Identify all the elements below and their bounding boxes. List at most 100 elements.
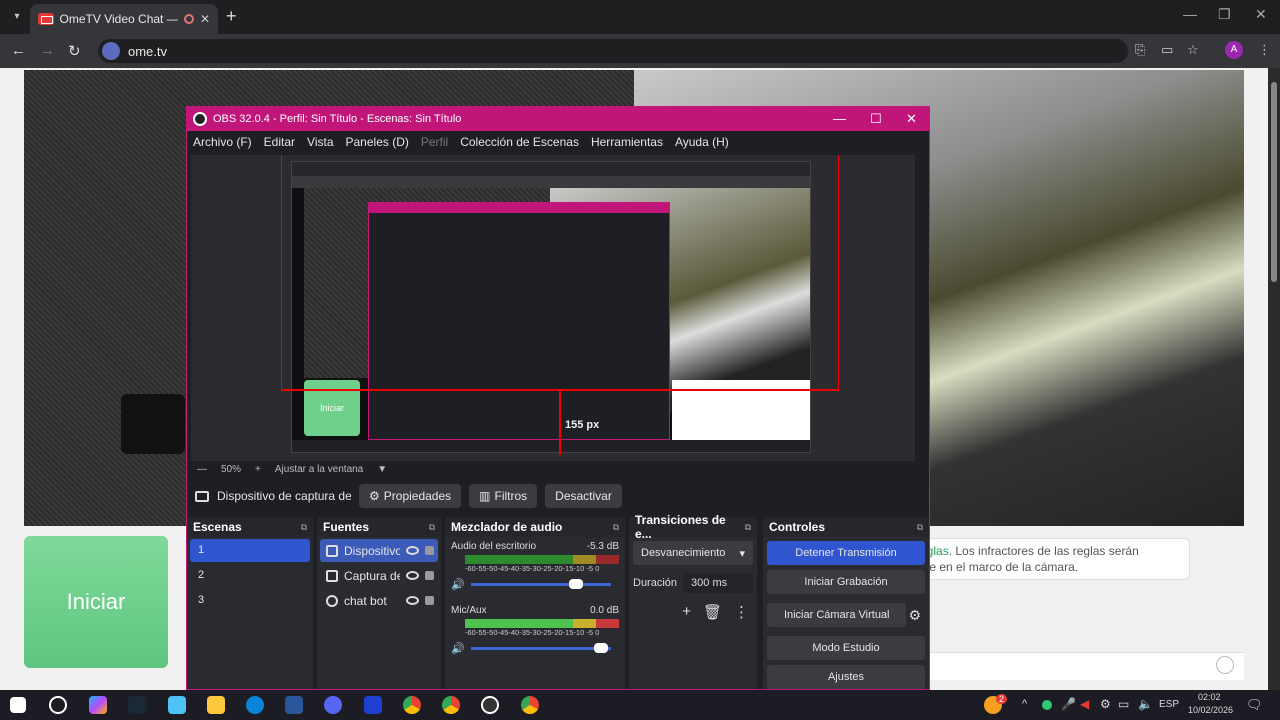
- site-info-icon[interactable]: [102, 42, 120, 60]
- transition-select[interactable]: Desvanecimiento ▾: [633, 541, 753, 565]
- menu-editar[interactable]: Editar: [264, 135, 295, 149]
- visibility-eye-icon[interactable]: [406, 596, 419, 605]
- undock-icon[interactable]: ⧉: [613, 522, 619, 533]
- translate-icon[interactable]: ⎘: [1135, 42, 1145, 58]
- deactivate-button[interactable]: Desactivar: [545, 484, 622, 508]
- source-transform-bounds[interactable]: [281, 155, 839, 391]
- menu-archivo[interactable]: Archivo (F): [193, 135, 252, 149]
- app-icon[interactable]: [168, 696, 186, 714]
- zoom-in-icon[interactable]: +: [255, 464, 261, 475]
- lock-icon[interactable]: [425, 546, 434, 555]
- studio-mode-button[interactable]: Modo Estudio: [767, 636, 925, 660]
- muted-speaker-icon[interactable]: ◀: [1080, 697, 1089, 711]
- source-item[interactable]: Captura de: [320, 564, 438, 587]
- virtual-camera-settings-gear-icon[interactable]: ⚙: [908, 607, 921, 624]
- visibility-eye-icon[interactable]: [406, 546, 419, 555]
- source-item[interactable]: Dispositivo: [320, 539, 438, 562]
- menu-perfil[interactable]: Perfil: [421, 135, 448, 149]
- green-status-icon[interactable]: [1042, 700, 1052, 710]
- profile-avatar[interactable]: A: [1225, 41, 1243, 59]
- duration-input[interactable]: 300 ms: [683, 573, 753, 593]
- menu-coleccion-escenas[interactable]: Colección de Escenas: [460, 135, 579, 149]
- volume-knob[interactable]: [569, 578, 584, 589]
- filters-button[interactable]: ▥ Filtros: [469, 484, 538, 508]
- obs-minimize-icon[interactable]: —: [833, 111, 846, 126]
- menu-vista[interactable]: Vista: [307, 135, 333, 149]
- close-window-icon[interactable]: ✕: [1255, 6, 1267, 23]
- chat-input[interactable]: [905, 652, 1244, 680]
- menu-paneles[interactable]: Paneles (D): [346, 135, 409, 149]
- lock-icon[interactable]: [425, 596, 434, 605]
- v-app-icon[interactable]: [364, 696, 382, 714]
- menu-herramientas[interactable]: Herramientas: [591, 135, 663, 149]
- network-icon[interactable]: ▭: [1118, 697, 1129, 711]
- start-chat-button[interactable]: Iniciar: [24, 536, 168, 668]
- word-icon[interactable]: [285, 696, 303, 714]
- restore-icon[interactable]: ❐: [1218, 6, 1231, 23]
- scene-item[interactable]: 3: [190, 589, 310, 612]
- volume-slider[interactable]: [471, 642, 611, 653]
- clock-date[interactable]: 10/02/2026: [1188, 705, 1233, 715]
- minimize-icon[interactable]: —: [1183, 6, 1197, 22]
- scene-item[interactable]: 2: [190, 564, 310, 587]
- stop-streaming-button[interactable]: Detener Transmisión: [767, 541, 925, 565]
- cast-icon[interactable]: ▭: [1161, 42, 1173, 58]
- speaker-icon[interactable]: 🔊: [451, 642, 465, 655]
- file-explorer-icon[interactable]: [207, 696, 225, 714]
- forward-arrow-icon[interactable]: →: [40, 42, 55, 59]
- undock-icon[interactable]: ⧉: [745, 522, 751, 533]
- chrome-icon[interactable]: [403, 696, 421, 714]
- new-tab-button[interactable]: +: [226, 6, 237, 27]
- visibility-eye-icon[interactable]: [406, 571, 419, 580]
- discord-icon[interactable]: [324, 696, 342, 714]
- scrollbar-thumb[interactable]: [1271, 82, 1277, 282]
- trash-icon[interactable]: 🗑: [703, 603, 722, 621]
- windows-start-icon[interactable]: [10, 697, 26, 713]
- volume-knob[interactable]: [594, 642, 609, 653]
- obs-close-icon[interactable]: ✕: [906, 111, 917, 127]
- browser-menu-icon[interactable]: ⋮: [1258, 42, 1271, 58]
- obs-maximize-icon[interactable]: ☐: [870, 111, 882, 127]
- zoom-dropdown-icon[interactable]: ▼: [377, 464, 387, 475]
- reload-icon[interactable]: ↻: [68, 42, 81, 60]
- browser-tab[interactable]: OmeTV Video Chat — Ome ✕: [30, 4, 218, 34]
- google-play-badge[interactable]: [121, 394, 185, 454]
- microphone-icon[interactable]: 🎤: [1061, 697, 1076, 711]
- tray-chevron-icon[interactable]: ^: [1022, 698, 1027, 710]
- zoom-out-icon[interactable]: —: [197, 464, 207, 475]
- settings-tray-icon[interactable]: ⚙: [1100, 697, 1111, 711]
- add-icon[interactable]: +: [682, 603, 691, 621]
- tab-close-icon[interactable]: ✕: [200, 12, 210, 26]
- undock-icon[interactable]: ⧉: [917, 522, 923, 533]
- clock-time[interactable]: 02:02: [1198, 692, 1221, 702]
- emoji-icon[interactable]: [1216, 656, 1234, 674]
- tab-search-chevron-icon[interactable]: ▾: [8, 8, 26, 26]
- page-scrollbar[interactable]: [1268, 68, 1280, 690]
- address-bar[interactable]: ome.tv: [98, 39, 1128, 63]
- notification-center-icon[interactable]: 🗨: [1246, 697, 1263, 713]
- copilot-icon[interactable]: [89, 696, 107, 714]
- menu-ayuda[interactable]: Ayuda (H): [675, 135, 729, 149]
- back-arrow-icon[interactable]: ←: [11, 42, 26, 59]
- settings-button[interactable]: Ajustes: [767, 665, 925, 689]
- search-icon[interactable]: [49, 696, 67, 714]
- chrome-app-icon[interactable]: [521, 696, 539, 714]
- properties-button[interactable]: ⚙ Propiedades: [359, 484, 462, 508]
- fit-window-option[interactable]: Ajustar a la ventana: [275, 464, 363, 475]
- volume-slider[interactable]: [471, 578, 611, 589]
- lock-icon[interactable]: [425, 571, 434, 580]
- start-virtual-camera-button[interactable]: Iniciar Cámara Virtual: [767, 603, 907, 627]
- input-language[interactable]: ESP: [1159, 699, 1179, 710]
- start-recording-button[interactable]: Iniciar Grabación: [767, 570, 925, 594]
- edge-icon[interactable]: [246, 696, 264, 714]
- chrome-profile-icon[interactable]: [442, 696, 460, 714]
- speaker-icon[interactable]: 🔊: [451, 578, 465, 591]
- steam-icon[interactable]: [128, 696, 146, 714]
- bookmark-star-icon[interactable]: ☆: [1187, 42, 1199, 58]
- volume-icon[interactable]: 🔈: [1138, 697, 1153, 711]
- more-icon[interactable]: ⋮: [734, 603, 749, 621]
- obs-preview[interactable]: Iniciar 155 px: [191, 155, 915, 461]
- undock-icon[interactable]: ⧉: [301, 522, 307, 533]
- undock-icon[interactable]: ⧉: [429, 522, 435, 533]
- source-item[interactable]: chat bot: [320, 589, 438, 612]
